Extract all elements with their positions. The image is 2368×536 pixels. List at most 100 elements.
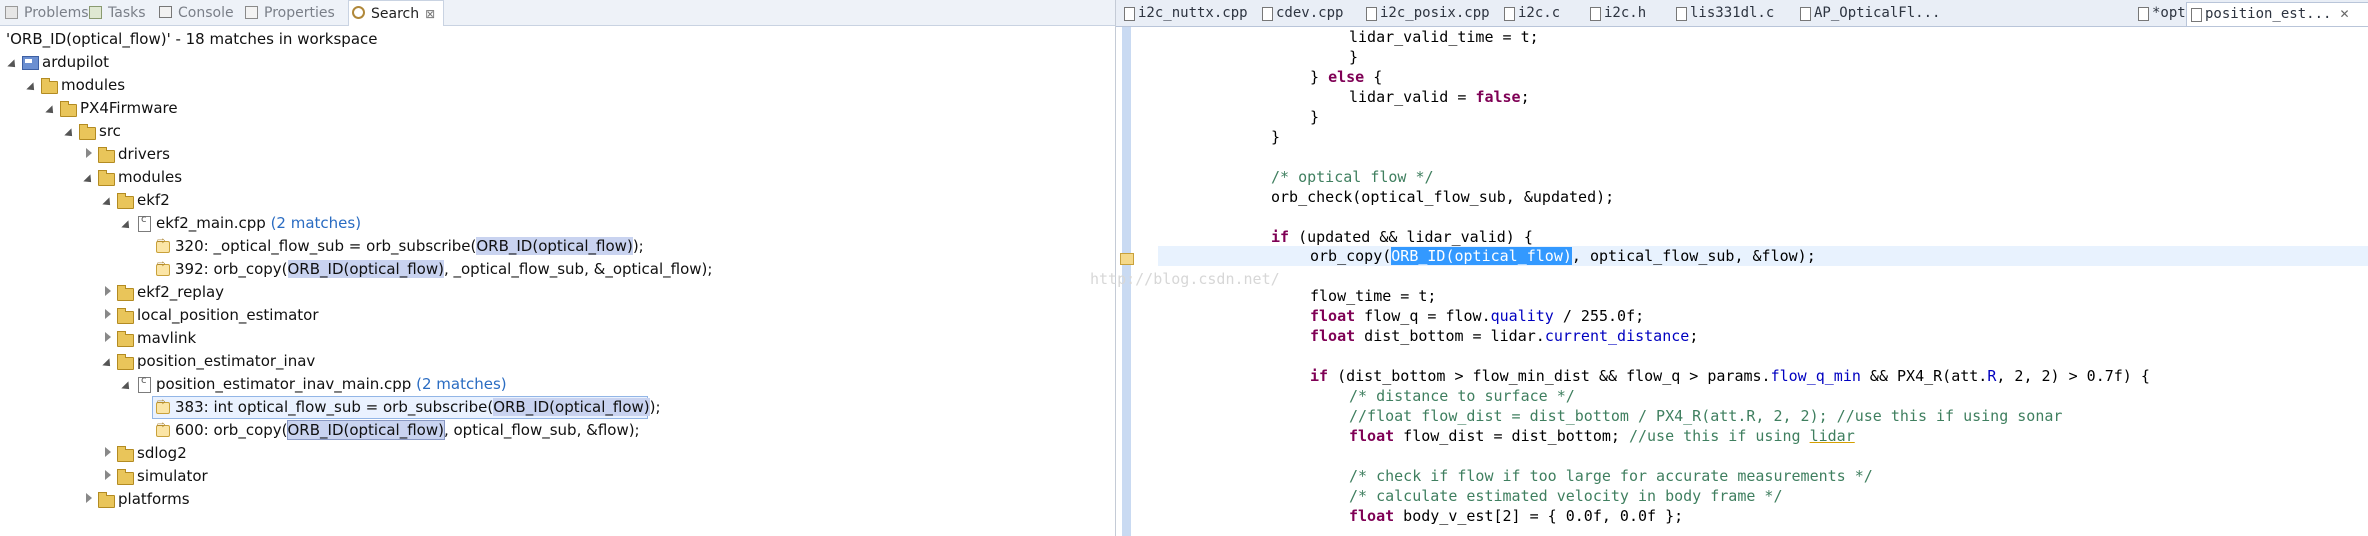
search-view: Problems Tasks Console Properties Search…	[0, 0, 1115, 536]
tree-item-ekf2-main-cpp[interactable]: ekf2_main.cpp (2 matches)	[156, 212, 361, 234]
match-text: );	[632, 237, 644, 255]
expand-icon[interactable]	[86, 493, 92, 503]
code-line: /* calculate estimated velocity in body …	[1349, 487, 1783, 505]
code-area[interactable]: lidar_valid_time = t; } } else { lidar_v…	[1116, 0, 2368, 536]
expand-icon[interactable]	[105, 470, 111, 480]
folder-icon	[117, 308, 134, 324]
problems-icon	[5, 6, 18, 19]
tree-item-inav-main-cpp[interactable]: position_estimator_inav_main.cpp (2 matc…	[156, 373, 507, 395]
folder-icon	[117, 354, 134, 370]
tab-problems-label: Problems	[24, 5, 89, 21]
match-icon	[156, 420, 170, 437]
collapse-icon[interactable]	[83, 174, 95, 186]
file-name: ekf2_main.cpp	[156, 214, 266, 232]
tab-properties-label: Properties	[264, 5, 335, 21]
properties-icon	[245, 6, 258, 19]
tab-tasks-label: Tasks	[108, 5, 146, 21]
tree-item-modules-inner[interactable]: modules	[118, 166, 182, 188]
tab-problems[interactable]: Problems	[2, 0, 89, 25]
match-icon	[156, 236, 170, 253]
file-name: position_estimator_inav_main.cpp	[156, 375, 412, 393]
collapse-icon[interactable]	[102, 358, 114, 370]
code-line: float dist_bottom = lidar.current_distan…	[1310, 327, 1699, 345]
collapse-icon[interactable]	[121, 220, 133, 232]
tree-item-drivers[interactable]: drivers	[118, 143, 170, 165]
folder-icon	[98, 147, 115, 163]
folder-icon	[117, 285, 134, 301]
folder-icon	[117, 331, 134, 347]
match-text: 383: int optical_flow_sub = orb_subscrib…	[175, 398, 494, 416]
folder-icon	[98, 492, 115, 508]
folder-icon	[60, 101, 77, 117]
folder-icon	[117, 469, 134, 485]
match-text: 600: orb_copy(	[175, 421, 288, 439]
match-text: );	[649, 398, 661, 416]
code-line: float flow_dist = dist_bottom; //use thi…	[1349, 427, 1855, 445]
tree-item-modules[interactable]: modules	[61, 74, 125, 96]
tab-search-label: Search	[371, 6, 420, 22]
code-line: //float flow_dist = dist_bottom / PX4_R(…	[1349, 407, 2063, 425]
tasks-icon	[89, 6, 102, 19]
expand-icon[interactable]	[105, 286, 111, 296]
expand-icon[interactable]	[105, 447, 111, 457]
tab-search[interactable]: Search ⊠	[348, 0, 444, 26]
tree-item-sdlog2[interactable]: sdlog2	[137, 442, 187, 464]
tab-properties[interactable]: Properties	[242, 0, 342, 25]
match-count: (2 matches)	[416, 375, 507, 393]
match-text: , optical_flow_sub, &flow);	[443, 421, 640, 439]
match-count: (2 matches)	[270, 214, 362, 232]
collapse-icon[interactable]	[45, 105, 57, 117]
search-summary: 'ORB_ID(optical_flow)' - 18 matches in w…	[6, 30, 378, 48]
tree-item-px4firmware[interactable]: PX4Firmware	[80, 97, 178, 119]
match-icon	[156, 397, 170, 414]
match-highlight: ORB_ID(optical_flow)	[287, 260, 444, 278]
tree-item-local-position-estimator[interactable]: local_position_estimator	[137, 304, 319, 326]
expand-icon[interactable]	[105, 332, 111, 342]
match-line-600[interactable]: 600: orb_copy(ORB_ID(optical_flow), opti…	[175, 419, 640, 441]
tree-item-platforms[interactable]: platforms	[118, 488, 190, 510]
folder-icon	[117, 193, 134, 209]
tree-item-ardupilot[interactable]: ardupilot	[42, 51, 109, 73]
code-line: /* check if flow if too large for accura…	[1349, 467, 1873, 485]
tree-item-mavlink[interactable]: mavlink	[137, 327, 196, 349]
tree-item-ekf2-replay[interactable]: ekf2_replay	[137, 281, 224, 303]
collapse-icon[interactable]	[102, 197, 114, 209]
expand-icon[interactable]	[86, 148, 92, 158]
collapse-icon[interactable]	[64, 128, 76, 140]
folder-icon	[41, 78, 58, 94]
code-editor: i2c_nuttx.cpp cdev.cpp i2c_posix.cpp i2c…	[1115, 0, 2368, 536]
tree-item-position-estimator-inav[interactable]: position_estimator_inav	[137, 350, 315, 372]
tree-item-ekf2[interactable]: ekf2	[137, 189, 170, 211]
match-text: 392: orb_copy(	[175, 260, 288, 278]
expand-icon[interactable]	[105, 309, 111, 319]
match-icon	[156, 259, 170, 276]
match-highlight: ORB_ID(optical_flow)	[476, 237, 633, 255]
tree-item-src[interactable]: src	[99, 120, 121, 142]
selected-text: ORB_ID(optical_flow)	[1391, 247, 1572, 265]
view-tab-bar: Problems Tasks Console Properties Search…	[0, 0, 1115, 26]
folder-icon	[79, 124, 96, 140]
code-line-current: orb_copy(ORB_ID(optical_flow), optical_f…	[1310, 247, 1816, 265]
match-text: 320: _optical_flow_sub = orb_subscribe(	[175, 237, 477, 255]
tree-item-simulator[interactable]: simulator	[137, 465, 208, 487]
match-highlight: ORB_ID(optical_flow)	[493, 398, 650, 416]
console-icon	[159, 6, 172, 18]
match-line-320[interactable]: 320: _optical_flow_sub = orb_subscribe(O…	[175, 235, 644, 257]
tab-console[interactable]: Console	[156, 0, 236, 25]
cpp-file-icon	[138, 214, 151, 232]
code-line: lidar_valid_time = t;	[1349, 28, 1539, 46]
folder-icon	[117, 446, 134, 462]
match-line-392[interactable]: 392: orb_copy(ORB_ID(optical_flow), _opt…	[175, 258, 712, 280]
match-line-383[interactable]: 383: int optical_flow_sub = orb_subscrib…	[175, 396, 661, 418]
code-line: lidar_valid = false;	[1349, 88, 1530, 106]
collapse-icon[interactable]	[7, 59, 19, 71]
code-line: float body_v_est[2] = { 0.0f, 0.0f };	[1349, 507, 1684, 525]
collapse-icon[interactable]	[121, 381, 133, 393]
search-icon	[352, 6, 365, 19]
tab-tasks[interactable]: Tasks	[86, 0, 150, 25]
close-icon[interactable]: ⊠	[425, 7, 435, 21]
code-line: if (dist_bottom > flow_min_dist && flow_…	[1310, 367, 2150, 385]
code-line: if (updated && lidar_valid) {	[1271, 228, 1533, 246]
match-text: , _optical_flow_sub, &_optical_flow);	[443, 260, 713, 278]
collapse-icon[interactable]	[26, 82, 38, 94]
